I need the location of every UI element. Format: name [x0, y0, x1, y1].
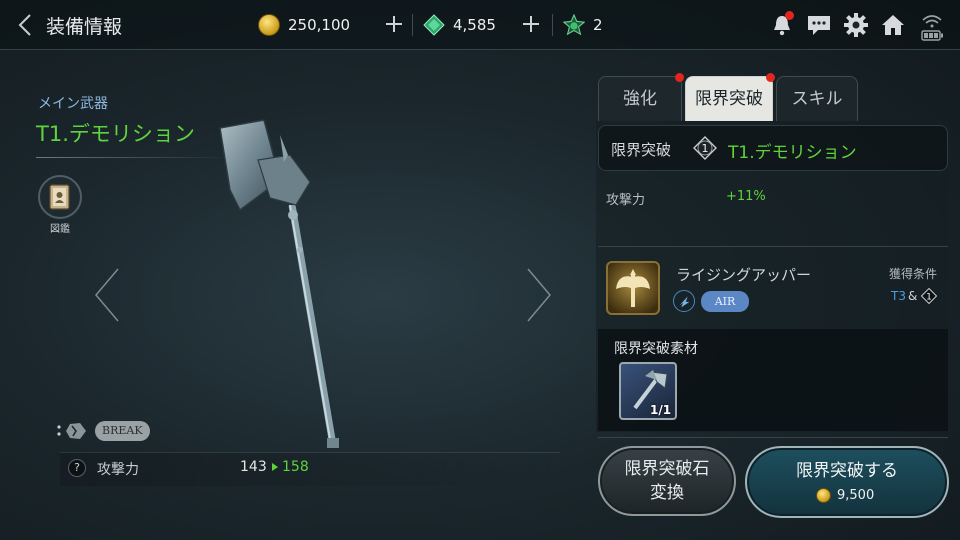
- air-tag: AIR: [701, 291, 749, 312]
- gold-counter: 250,100: [258, 13, 350, 37]
- home-icon[interactable]: [880, 12, 906, 38]
- limit-break-button-label: 限界突破する: [796, 461, 898, 481]
- tab-skill-label: スキル: [791, 89, 843, 109]
- tab-enhance-label: 強化: [623, 89, 657, 109]
- add-gold-button[interactable]: [382, 12, 406, 36]
- tab-enhance[interactable]: 強化: [598, 73, 684, 121]
- divider: [412, 14, 413, 36]
- weapon-hammer-image: [219, 119, 339, 448]
- divider: [598, 437, 948, 438]
- attack-new-value: 158: [282, 459, 309, 475]
- help-icon[interactable]: ?: [68, 459, 86, 477]
- gem-counter: 4,585: [423, 13, 496, 37]
- token-amount: 2: [593, 16, 603, 34]
- skill-name: ライジングアッパー: [676, 266, 812, 284]
- notification-dot: [675, 73, 684, 82]
- tab-skill[interactable]: スキル: [776, 76, 858, 121]
- limit-break-cost-value: 9,500: [837, 488, 875, 503]
- divider: [552, 14, 553, 36]
- attack-current-value: 143: [240, 459, 267, 475]
- gem-amount: 4,585: [453, 16, 496, 34]
- skill-icon-button[interactable]: [606, 261, 660, 315]
- gear-icon[interactable]: [843, 12, 869, 38]
- add-gems-button[interactable]: [519, 12, 543, 36]
- gold-coin-icon: [258, 14, 280, 36]
- page-title: 装備情報: [46, 16, 123, 38]
- previous-weapon-arrow[interactable]: [92, 265, 122, 325]
- gold-coin-icon: [816, 488, 831, 503]
- break-icon: [57, 423, 86, 439]
- materials-title: 限界突破素材: [614, 341, 698, 357]
- limit-break-cost: 9,500: [816, 488, 874, 503]
- codex-icon: [49, 184, 70, 210]
- tab-limit-break[interactable]: 限界突破: [685, 73, 775, 121]
- limit-break-level-badge: 1: [693, 136, 717, 160]
- notification-button[interactable]: [769, 11, 795, 38]
- notification-dot: [766, 73, 775, 82]
- attack-label: 攻撃力: [97, 462, 139, 478]
- acquire-condition-level-badge: 1: [921, 288, 937, 304]
- token-icon: [563, 14, 585, 36]
- skill-axe-icon: [616, 269, 650, 307]
- tab-limit-break-label: 限界突破: [695, 89, 763, 109]
- back-icon[interactable]: [14, 11, 38, 39]
- chat-icon[interactable]: [806, 12, 832, 38]
- increase-arrow-icon: [272, 463, 278, 471]
- token-counter: 2: [563, 13, 603, 37]
- next-weapon-arrow[interactable]: [524, 265, 554, 325]
- convert-stone-button[interactable]: 限界突破石 変換: [598, 446, 736, 516]
- convert-button-line1: 限界突破石: [624, 459, 710, 479]
- acquire-condition-label: 獲得条件: [889, 267, 938, 281]
- convert-button-line2: 変換: [650, 483, 684, 503]
- limit-break-weapon-name: T1.デモリション: [728, 143, 857, 163]
- divider: [598, 246, 948, 247]
- wifi-battery-icon: [921, 15, 943, 41]
- attack-bonus-label: 攻撃力: [606, 193, 646, 208]
- codex-button[interactable]: [38, 175, 82, 219]
- acquire-condition-and: &: [908, 289, 918, 303]
- acquire-condition-tier: T3: [891, 289, 906, 303]
- gold-amount: 250,100: [288, 16, 351, 34]
- weapon-category: メイン武器: [38, 96, 108, 112]
- limit-break-label: 限界突破: [611, 141, 672, 159]
- notification-dot: [785, 11, 794, 20]
- attack-bonus-value: +11%: [726, 189, 766, 204]
- material-count: 1/1: [650, 403, 672, 417]
- weapon-name: T1.デモリション: [36, 122, 195, 146]
- limit-break-level: 1: [702, 142, 709, 155]
- break-badge: BREAK: [95, 421, 150, 441]
- gem-icon: [423, 14, 445, 36]
- codex-label: 図鑑: [50, 224, 70, 235]
- air-skill-icon: [673, 290, 695, 312]
- acquire-condition-level: 1: [926, 293, 932, 303]
